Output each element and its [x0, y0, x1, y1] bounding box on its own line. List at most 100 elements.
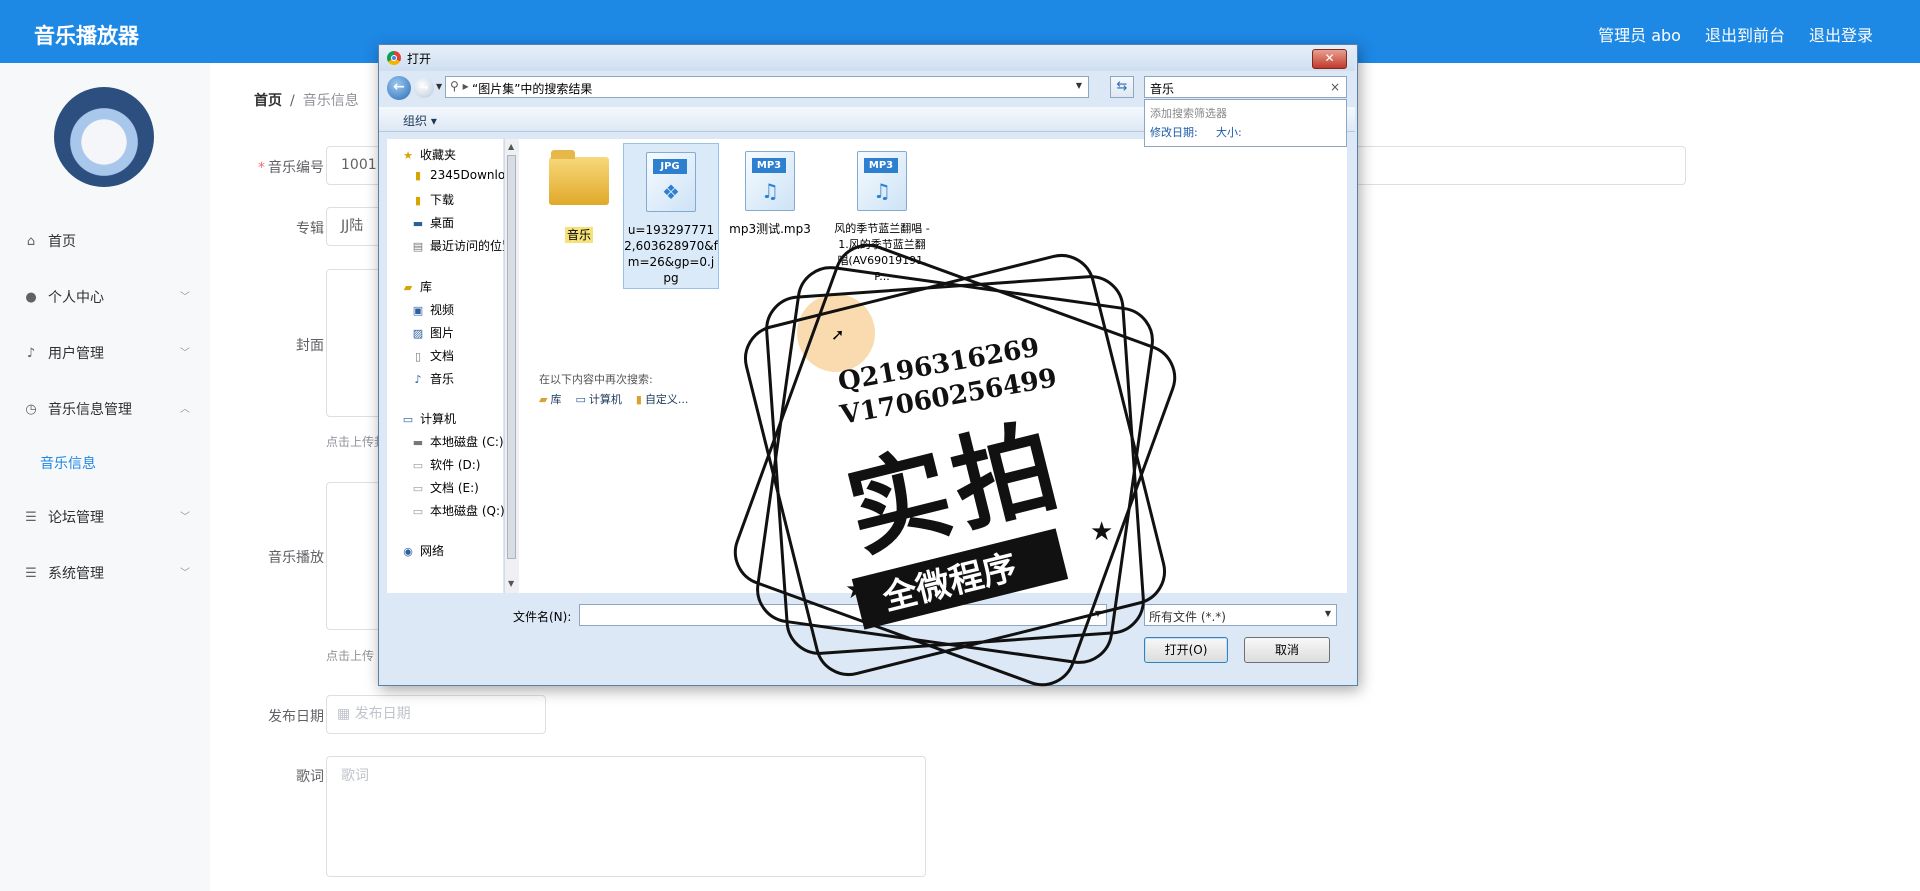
admin-user-link[interactable]: 管理员 abo [1598, 22, 1681, 46]
mp3-file-icon: MP3 ♫ [745, 151, 795, 211]
tree-item-documents[interactable]: ▯ 文档 [411, 347, 454, 364]
sidebar-item-home[interactable]: ⌂ 首页 [24, 229, 190, 253]
image-icon: ❖ [662, 180, 680, 204]
add-search-filter-label: 添加搜索筛选器 [1150, 107, 1227, 120]
network-icon: ◉ [403, 545, 413, 558]
breadcrumb-current: 音乐信息 [302, 93, 359, 109]
list-icon: ☰ [25, 565, 37, 581]
dialog-titlebar[interactable]: 打开 ✕ [379, 45, 1355, 71]
tree-favorites[interactable]: ★ 收藏夹 [401, 146, 456, 163]
chrome-icon [387, 51, 401, 65]
music-upload-hint: 点击上传 [326, 649, 375, 663]
tree-item-pictures[interactable]: ▨ 图片 [411, 324, 454, 341]
back-to-frontend-link[interactable]: 退出到前台 [1705, 22, 1785, 46]
music-play-label: 音乐播放 [268, 550, 324, 566]
tree-item-recent[interactable]: ▤ 最近访问的位置 [411, 237, 514, 254]
picture-icon: ▨ [412, 327, 424, 340]
chevron-down-icon[interactable]: ▼ [1076, 81, 1082, 90]
music-note-icon: ♪ [414, 373, 422, 386]
star-icon: ★ [403, 149, 413, 162]
document-icon: ▯ [414, 350, 422, 363]
file-item-music-folder[interactable]: 音乐 [531, 147, 627, 243]
tree-item-drive-e[interactable]: ▭ 文档 (E:) [411, 479, 479, 496]
tree-scrollbar-thumb[interactable] [507, 155, 516, 559]
sidebar-item-music[interactable]: ◷ 音乐信息管理 ︿ [24, 397, 190, 421]
sidebar-item-users[interactable]: ♪ 用户管理 ﹀ [24, 341, 190, 365]
search-again-custom[interactable]: ▮ 自定义... [636, 391, 689, 407]
search-filter-dropdown: 添加搜索筛选器 修改日期: 大小: [1144, 99, 1347, 147]
tree-network[interactable]: ◉ 网络 [401, 542, 444, 559]
sidebar-item-label: 系统管理 [48, 566, 104, 582]
filter-size[interactable]: 大小: [1216, 124, 1242, 140]
file-name: mp3测试.mp3 [729, 222, 811, 236]
breadcrumb-home[interactable]: 首页 [254, 93, 282, 109]
sidebar-item-profile[interactable]: ● 个人中心 ﹀ [24, 285, 190, 309]
computer-icon: ▭ [402, 413, 414, 426]
history-dropdown-icon[interactable]: ▼ [436, 82, 442, 91]
navigation-tree: ★ 收藏夹 ▮ 2345Downloads ▮ 下载 ▬ 桌面 ▤ 最近访问的位置 ▰ 库 … [387, 139, 526, 593]
file-name: u=1932977712,603628970&fm=26&gp=0.jpg [624, 223, 718, 285]
tree-computer[interactable]: ▭ 计算机 [401, 410, 456, 427]
file-item-jpg[interactable]: JPG ❖ u=1932977712,603628970&fm=26&gp=0.j… [623, 143, 719, 289]
address-bar[interactable]: ⚲ ▸ “图片集”中的搜索结果 ▼ [445, 76, 1089, 98]
scroll-up-icon[interactable]: ▲ [508, 142, 514, 151]
tree-libraries[interactable]: ▰ 库 [401, 278, 432, 295]
search-again-links: ▰ 库 ▭ 计算机 ▮ 自定义... [539, 391, 688, 407]
recent-places-icon: ▤ [412, 240, 424, 253]
organize-menu[interactable]: 组织 ▾ [403, 112, 437, 129]
search-again-label: 在以下内容中再次搜索: [539, 373, 653, 386]
tree-item-drive-d[interactable]: ▭ 软件 (D:) [411, 456, 481, 473]
cover-label: 封面 [296, 338, 324, 354]
music-note-icon: ♫ [873, 179, 891, 203]
app-title: 音乐播放器 [34, 24, 139, 48]
chevron-down-icon: ﹀ [180, 512, 190, 523]
tree-item-drive-q[interactable]: ▭ 本地磁盘 (Q:) [411, 502, 505, 519]
tree-scrollbar[interactable]: ▲ ▼ [504, 139, 519, 593]
cancel-button[interactable]: 取消 [1244, 637, 1330, 663]
clock-icon: ◷ [25, 401, 37, 417]
tree-item-downloads[interactable]: ▮ 下载 [411, 191, 454, 208]
system-drive-icon: ▬ [412, 436, 424, 449]
sidebar-item-system[interactable]: ☰ 系统管理 ﹀ [24, 561, 190, 585]
list-icon: ☰ [25, 509, 37, 525]
tree-item-desktop[interactable]: ▬ 桌面 [411, 214, 454, 231]
user-icon: ● [25, 289, 37, 305]
sidebar: ⌂ 首页 ● 个人中心 ﹀ ♪ 用户管理 ﹀ ◷ 音乐信息管理 ︿ 音乐信息 ☰… [0, 63, 210, 891]
desktop-icon: ▬ [412, 217, 424, 230]
sidebar-item-forum[interactable]: ☰ 论坛管理 ﹀ [24, 505, 190, 529]
tree-item-drive-c[interactable]: ▬ 本地磁盘 (C:) [411, 433, 504, 450]
cover-upload-hint: 点击上传封 [326, 435, 387, 449]
search-again-library[interactable]: ▰ 库 [539, 391, 561, 407]
home-icon: ⌂ [26, 233, 36, 249]
calendar-icon: ▦ [337, 706, 351, 722]
clear-search-icon[interactable]: × [1330, 80, 1340, 94]
tree-item-music[interactable]: ♪ 音乐 [411, 370, 454, 387]
library-icon: ▰ [539, 393, 548, 406]
sidebar-subitem-music-info[interactable]: 音乐信息 [40, 453, 96, 473]
filter-modified-date[interactable]: 修改日期: [1150, 124, 1198, 140]
publish-date-label: 发布日期 [268, 709, 324, 725]
folder-icon: ▮ [414, 169, 422, 182]
publish-date-input[interactable]: ▦ 发布日期 [326, 695, 546, 734]
dialog-close-button[interactable]: ✕ [1312, 49, 1347, 69]
logout-link[interactable]: 退出登录 [1809, 22, 1873, 46]
file-name: 音乐 [564, 227, 593, 243]
back-arrow-icon[interactable]: ← [387, 76, 411, 100]
forward-arrow-icon[interactable]: → [414, 78, 434, 98]
scroll-down-icon[interactable]: ▼ [508, 579, 514, 588]
music-note-icon: ♫ [761, 179, 779, 203]
album-label: 专辑 [296, 221, 324, 237]
download-folder-icon: ▮ [414, 194, 422, 207]
chevron-down-icon: ﹀ [180, 292, 190, 303]
refresh-icon[interactable]: ⇆ [1110, 76, 1134, 98]
chevron-up-icon: ︿ [180, 404, 190, 415]
library-icon: ▰ [403, 281, 413, 294]
lyrics-textarea[interactable]: 歌词 [326, 756, 926, 877]
file-item-mp3-test[interactable]: MP3 ♫ mp3测试.mp3 [722, 147, 818, 237]
drive-icon: ▭ [412, 482, 424, 495]
tree-item-videos[interactable]: ▣ 视频 [411, 301, 454, 318]
search-input[interactable]: 音乐 × [1144, 76, 1347, 98]
chevron-down-icon: ▼ [1324, 609, 1331, 618]
search-again-computer[interactable]: ▭ 计算机 [575, 391, 621, 407]
drive-icon: ▭ [412, 459, 424, 472]
